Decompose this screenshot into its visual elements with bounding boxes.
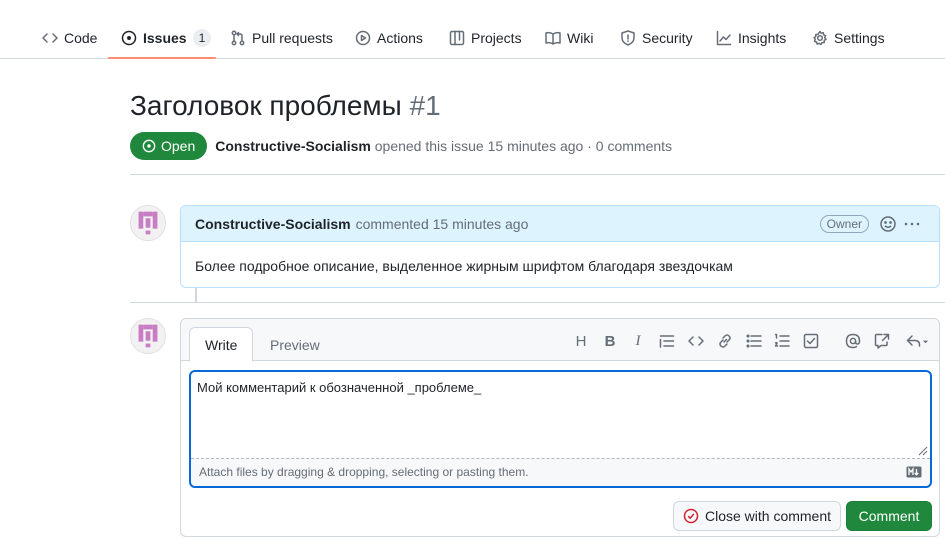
tab-pull-requests[interactable]: Pull requests — [230, 26, 333, 50]
state-label: Open — [161, 138, 196, 154]
issue-opened-text: opened this issue 15 minutes ago · 0 com… — [374, 138, 673, 154]
comment-author-link[interactable]: Constructive-Socialism — [195, 216, 351, 232]
italic-button[interactable]: I — [628, 331, 648, 351]
identicon — [131, 319, 165, 353]
issue-number: #1 — [409, 90, 441, 121]
mention-icon — [845, 333, 861, 349]
tab-label: Wiki — [567, 30, 594, 46]
state-badge: Open — [130, 132, 208, 160]
quote-icon — [659, 335, 675, 348]
attach-hint: Attach files by dragging & dropping, sel… — [199, 465, 529, 479]
graph-icon — [716, 30, 732, 46]
tab-label: Security — [642, 30, 693, 46]
heading-button[interactable]: H — [571, 331, 591, 351]
task-list-button[interactable] — [801, 331, 821, 351]
tab-label: Issues — [143, 30, 187, 46]
markdown-icon[interactable] — [906, 466, 922, 478]
unordered-list-button[interactable] — [744, 331, 764, 351]
issue-opened-icon — [142, 139, 156, 153]
issues-counter: 1 — [192, 29, 212, 47]
tab-label: Code — [64, 30, 98, 46]
reply-icon — [906, 335, 920, 347]
comment-submit-button[interactable]: Comment — [846, 501, 932, 531]
close-with-comment-button[interactable]: Close with comment — [673, 501, 841, 531]
link-icon — [719, 334, 731, 348]
cross-reference-icon — [874, 333, 890, 349]
tab-settings[interactable]: Settings — [812, 26, 885, 50]
issue-closed-icon — [683, 508, 699, 524]
ordered-list-button[interactable] — [772, 331, 792, 351]
close-with-comment-label: Close with comment — [704, 508, 832, 524]
tab-projects[interactable]: Projects — [449, 26, 522, 50]
comment-header: Constructive-Socialism commented 15 minu… — [181, 206, 939, 242]
comment-options-button[interactable] — [903, 215, 921, 233]
book-icon — [545, 31, 561, 45]
issue-state-row: Open Constructive-Socialism opened this … — [130, 132, 672, 160]
issue-opened-icon — [121, 30, 137, 46]
chevron-down-icon — [922, 340, 928, 343]
comment-body: Более подробное описание, выделенное жир… — [195, 258, 733, 274]
code-button[interactable] — [686, 331, 706, 351]
play-icon — [355, 30, 371, 46]
link-button[interactable] — [715, 331, 735, 351]
active-tab-underline — [108, 57, 216, 59]
kebab-horizontal-icon — [904, 222, 920, 226]
tab-label: Insights — [738, 30, 787, 46]
tab-issues[interactable]: Issues 1 — [121, 26, 212, 50]
issue-title: Заголовок проблемы #1 — [130, 90, 441, 122]
timeline-line — [195, 288, 197, 302]
bold-button[interactable]: B — [600, 331, 620, 351]
bold-icon: B — [604, 332, 616, 350]
shield-icon — [621, 30, 635, 46]
issue-title-text: Заголовок проблемы — [130, 90, 402, 121]
tab-actions[interactable]: Actions — [355, 26, 423, 50]
divider — [130, 174, 945, 175]
gear-icon — [813, 30, 827, 46]
heading-icon: H — [575, 332, 587, 350]
tab-insights[interactable]: Insights — [716, 26, 786, 50]
new-comment-form: Write Preview H B I Мой комментарий к об… — [180, 318, 940, 537]
cross-reference-button[interactable] — [872, 331, 892, 351]
tab-write[interactable]: Write — [189, 327, 254, 362]
issue-comment: Constructive-Socialism commented 15 minu… — [180, 205, 940, 288]
italic-icon: I — [635, 332, 641, 349]
tab-wiki[interactable]: Wiki — [545, 26, 593, 50]
identicon — [131, 206, 165, 240]
tasklist-icon — [803, 333, 819, 349]
table-icon — [449, 30, 465, 46]
tab-label: Pull requests — [252, 30, 333, 46]
issue-meta: Constructive-Socialism opened this issue… — [215, 138, 672, 154]
add-reaction-button[interactable] — [879, 215, 897, 233]
comment-textarea[interactable]: Мой комментарий к обозначенной _проблеме… — [189, 370, 932, 488]
editor-tabs: Write Preview H B I — [181, 319, 939, 362]
saved-replies-button[interactable] — [903, 331, 931, 351]
git-pull-request-icon — [231, 30, 245, 46]
avatar[interactable] — [130, 318, 166, 354]
issue-author-link[interactable]: Constructive-Socialism — [215, 138, 371, 154]
tab-code[interactable]: Code — [42, 26, 97, 50]
list-ordered-icon — [774, 333, 790, 347]
mention-button[interactable] — [843, 331, 863, 351]
tab-security[interactable]: Security — [620, 26, 693, 50]
tab-preview[interactable]: Preview — [255, 327, 335, 362]
code-icon — [688, 336, 704, 346]
repo-nav: Code Issues 1 Pull requests Actions Proj… — [0, 0, 945, 59]
owner-badge: Owner — [819, 215, 869, 233]
tab-label: Projects — [471, 30, 522, 46]
divider — [130, 302, 945, 303]
code-icon — [42, 33, 58, 43]
comment-textarea-value[interactable]: Мой комментарий к обозначенной _проблеме… — [197, 380, 917, 456]
avatar[interactable] — [130, 205, 166, 241]
tab-label: Settings — [834, 30, 885, 46]
file-attachment-bar[interactable]: Attach files by dragging & dropping, sel… — [191, 458, 930, 486]
resize-handle[interactable] — [916, 444, 928, 456]
tab-label: Actions — [377, 30, 423, 46]
quote-button[interactable] — [657, 331, 677, 351]
comment-timestamp[interactable]: commented 15 minutes ago — [356, 216, 529, 232]
smiley-icon — [880, 216, 896, 232]
list-unordered-icon — [746, 334, 762, 348]
